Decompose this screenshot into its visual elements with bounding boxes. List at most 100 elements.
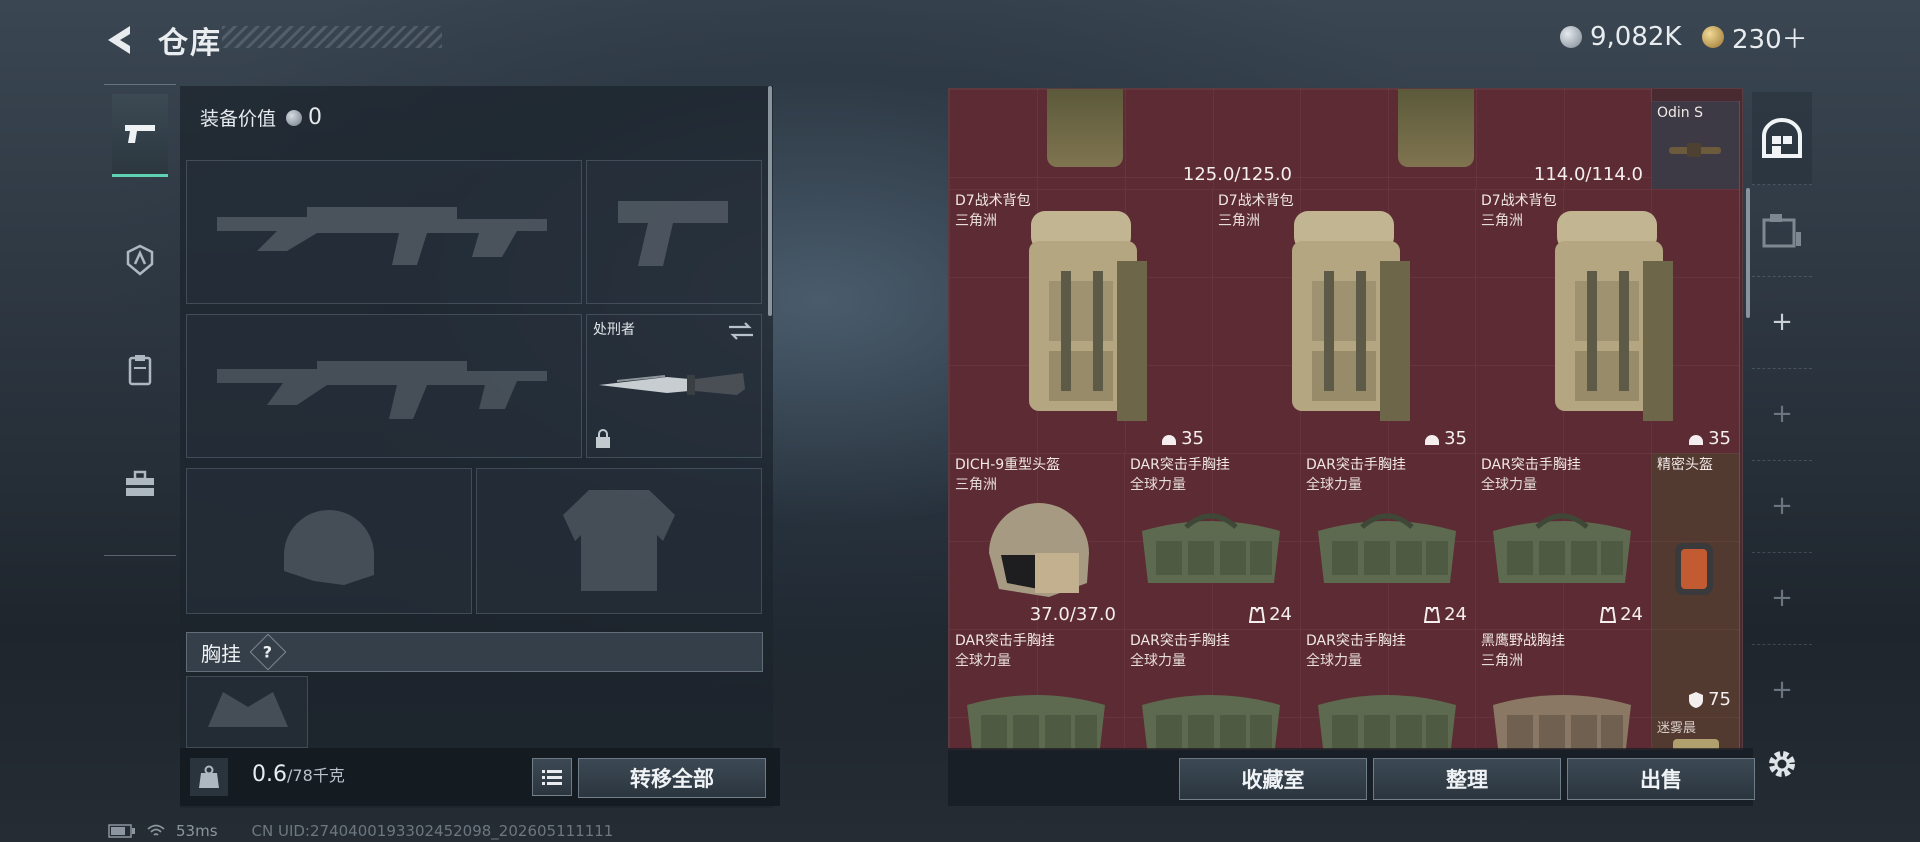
item-quantity: 35 [1424, 428, 1467, 449]
sell-button[interactable]: 出售 [1567, 758, 1755, 800]
backpack-image [1047, 89, 1123, 167]
equipment-scrollbar[interactable] [768, 86, 772, 316]
scope-icon [1669, 143, 1721, 157]
chest-rig-slot[interactable] [186, 676, 308, 748]
item-name: D7战术背包 [955, 193, 1031, 209]
locked-page-slot: + [1752, 552, 1812, 645]
item-name: D7战术背包 [1481, 193, 1557, 209]
grid-item-precision-helmet[interactable]: 精密头盔 [1651, 453, 1740, 630]
list-icon [542, 770, 562, 785]
silver-coin-icon [1560, 26, 1582, 48]
grid-item-backpack-3[interactable]: D7战术背包 三角洲 35 [1475, 189, 1740, 454]
back-button[interactable] [100, 20, 140, 60]
item-faction: 全球力量 [1130, 477, 1186, 493]
item-durability: 114.0/114.0 [1533, 164, 1643, 185]
sort-button[interactable]: 整理 [1373, 758, 1561, 800]
stash-action-bar: 收藏室 整理 出售 [948, 748, 1755, 806]
armor-slot[interactable] [476, 468, 762, 614]
battery-icon [108, 824, 135, 838]
rifle-silhouette-icon [217, 207, 547, 265]
backpack-image [1555, 211, 1673, 421]
silver-coin-icon [286, 109, 303, 126]
locked-page-slot: + [1752, 460, 1812, 553]
nav-supplies[interactable] [112, 444, 168, 524]
backpack-image [1398, 89, 1474, 167]
stash-scrollbar[interactable] [1746, 188, 1750, 318]
melee-slot[interactable]: 处刑者 [586, 314, 762, 458]
chest-rig-image [1493, 513, 1631, 583]
swap-icon[interactable] [727, 321, 755, 341]
item-name: 黑鹰野战胸挂 [1481, 633, 1565, 649]
vest-icon [1424, 606, 1441, 623]
nav-weapons[interactable] [112, 94, 168, 177]
locked-page-slot: + [1752, 368, 1812, 461]
add-page-button[interactable]: + [1752, 276, 1812, 369]
secondary-weapon-slot[interactable] [186, 314, 582, 458]
gold-coin-icon [1702, 26, 1724, 48]
grid-item-backpack-2[interactable]: D7战术背包 三角洲 35 [1212, 189, 1476, 454]
stash-main-tab[interactable] [1752, 92, 1812, 185]
item-name: 迷雾晨 [1657, 721, 1697, 736]
item-name: D7战术背包 [1218, 193, 1294, 209]
grid-item-top-2[interactable]: 114.0/114.0 [1300, 89, 1652, 190]
stash-page-nav: + + + + + [1752, 92, 1812, 742]
grid-item-top-1[interactable]: 125.0/125.0 [949, 89, 1301, 190]
gold-currency[interactable]: 230＋ [1702, 20, 1808, 55]
helmet-slot[interactable] [186, 468, 472, 614]
backpack-image [1292, 211, 1410, 421]
current-weight: 0.6 [252, 762, 287, 787]
grid-item-armor[interactable]: 75 迷雾晨 [1651, 629, 1740, 749]
ping-value: 53ms [176, 822, 218, 840]
armor-vest-icon [128, 355, 152, 386]
operator-badge-icon [126, 244, 154, 276]
grid-item-dar-rig-2[interactable]: DAR突击手胸挂 全球力量 24 [1300, 453, 1476, 630]
rifle-silhouette-icon [217, 361, 547, 419]
grid-item-dar-rig-4[interactable]: DAR突击手胸挂 全球力量 [949, 629, 1125, 749]
transfer-all-button[interactable]: 转移全部 [578, 758, 766, 798]
item-name: Odin S [1657, 105, 1704, 121]
chest-rig-section-header: 胸挂 ? [186, 632, 763, 672]
item-faction: 全球力量 [1130, 653, 1186, 669]
grid-item-odin[interactable]: Odin S [1651, 101, 1740, 190]
grid-item-blackhawk-rig[interactable]: 黑鹰野战胸挂 三角洲 [1475, 629, 1652, 749]
helmet-icon [1689, 434, 1704, 445]
nav-operator[interactable] [112, 220, 168, 300]
weight-icon [190, 758, 228, 796]
item-faction: 三角洲 [1218, 213, 1260, 229]
grid-item-dar-rig-6[interactable]: DAR突击手胸挂 全球力量 [1300, 629, 1476, 749]
equipment-value: 0 [308, 105, 323, 130]
vest-icon [1249, 606, 1266, 623]
grid-item-heavy-helmet[interactable]: DICH-9重型头盔 三角洲 37.0/37.0 [949, 453, 1125, 630]
user-uid: CN UID:2740400193302452098_202605111111 [251, 822, 614, 840]
grid-item-backpack-1[interactable]: D7战术背包 三角洲 35 [949, 189, 1213, 454]
page-title: 仓库 [158, 26, 222, 61]
item-name: DICH-9重型头盔 [955, 457, 1061, 473]
heavy-helmet-image [989, 503, 1089, 597]
item-quantity: 24 [1600, 604, 1643, 625]
item-faction: 全球力量 [1481, 477, 1537, 493]
item-quantity: 35 [1161, 428, 1204, 449]
weight-capacity: /78千克 [287, 766, 345, 785]
stash-tab-2[interactable] [1752, 184, 1812, 277]
item-name: DAR突击手胸挂 [1130, 633, 1230, 649]
help-icon[interactable]: ? [249, 633, 287, 671]
gear-icon [1769, 751, 1795, 777]
nav-armor[interactable] [112, 330, 168, 410]
collection-room-button[interactable]: 收藏室 [1179, 758, 1367, 800]
settings-button[interactable] [1762, 744, 1802, 784]
title-decoration [222, 26, 442, 48]
stash-grid: 125.0/125.0 114.0/114.0 Odin S D7战术背包 三角… [948, 88, 1743, 750]
grid-item-dar-rig-1[interactable]: DAR突击手胸挂 全球力量 24 [1124, 453, 1301, 630]
capacity-bar: 0.6 /78千克 转移全部 [180, 748, 780, 806]
item-name: DAR突击手胸挂 [955, 633, 1055, 649]
list-view-button[interactable] [532, 758, 572, 796]
sidearm-slot[interactable] [586, 160, 762, 304]
grid-item-dar-rig-5[interactable]: DAR突击手胸挂 全球力量 [1124, 629, 1301, 749]
primary-weapon-slot[interactable] [186, 160, 582, 304]
chest-rig-image [967, 695, 1105, 749]
backpack-image [1029, 211, 1147, 421]
item-name: DAR突击手胸挂 [1306, 633, 1406, 649]
grid-item-dar-rig-3[interactable]: DAR突击手胸挂 全球力量 24 [1475, 453, 1652, 630]
item-faction: 三角洲 [955, 477, 997, 493]
locked-page-slot: + [1771, 675, 1793, 705]
